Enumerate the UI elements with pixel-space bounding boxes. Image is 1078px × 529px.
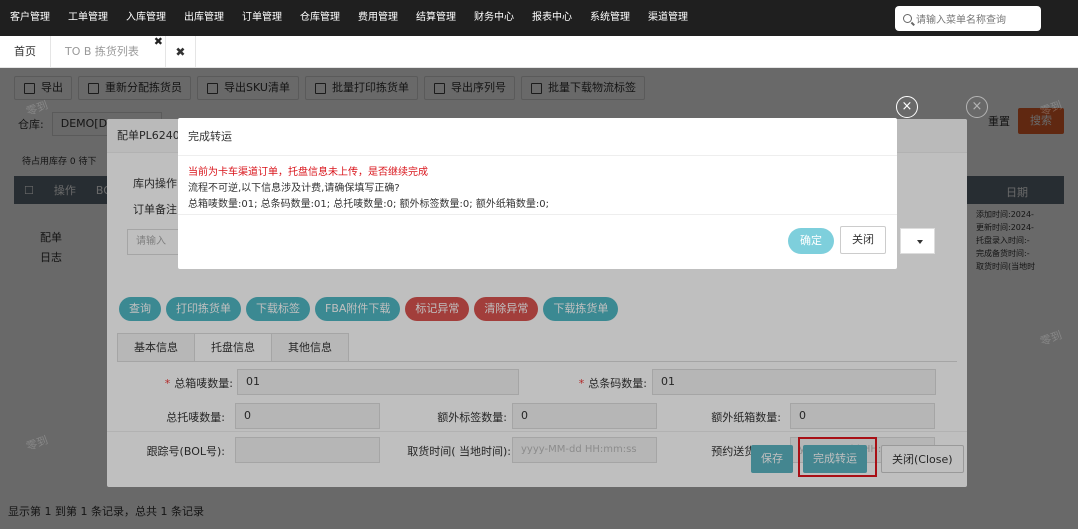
close-icon[interactable]: × [896, 96, 918, 118]
confirm-button[interactable]: 确定 [788, 228, 834, 254]
close-icon[interactable]: ✖ [154, 26, 163, 58]
cancel-button[interactable]: 关闭 [840, 226, 886, 254]
dialog-title: 完成转运 [178, 118, 897, 156]
dialog-footer: 确定 关闭 [178, 214, 897, 269]
tab-label: TO B 拣货列表 [65, 45, 139, 58]
dialog-warning: 当前为卡车渠道订单，托盘信息未上传，是否继续完成 [188, 167, 428, 178]
nav-item-system[interactable]: 系统管理 [581, 0, 639, 36]
finish-transfer-dialog: 完成转运 当前为卡车渠道订单，托盘信息未上传，是否继续完成 流程不可逆,以下信息… [178, 118, 897, 269]
dialog-body: 当前为卡车渠道订单，托盘信息未上传，是否继续完成 流程不可逆,以下信息涉及计费,… [178, 156, 897, 222]
page-tabs: 首页 TO B 拣货列表 ✖ ✖ [0, 35, 1078, 68]
nav-item-customer[interactable]: 客户管理 [0, 0, 59, 36]
nav-item-channels[interactable]: 渠道管理 [639, 0, 697, 36]
dialog-summary: 总箱唛数量:01; 总条码数量:01; 总托唛数量:0; 额外标签数量:0; 额… [188, 199, 549, 210]
nav-item-finance[interactable]: 财务中心 [465, 0, 523, 36]
close-icon[interactable]: × [966, 96, 988, 118]
search-icon [903, 14, 912, 23]
chevron-down-icon [917, 240, 923, 244]
nav-item-fees[interactable]: 费用管理 [349, 0, 407, 36]
nav-item-workorder[interactable]: 工单管理 [59, 0, 117, 36]
select-dropdown[interactable] [900, 228, 935, 254]
menu-search-input[interactable]: 请输入菜单名称查询 [895, 6, 1041, 31]
tab-home[interactable]: 首页 [0, 36, 51, 68]
nav-item-orders[interactable]: 订单管理 [233, 0, 291, 36]
menu-search-placeholder: 请输入菜单名称查询 [916, 15, 1006, 26]
nav-item-outbound[interactable]: 出库管理 [175, 0, 233, 36]
nav-item-settlement[interactable]: 结算管理 [407, 0, 465, 36]
tab-tob-picking-list[interactable]: TO B 拣货列表 ✖ [51, 35, 166, 68]
nav-item-reports[interactable]: 报表中心 [523, 0, 581, 36]
nav-item-warehouse[interactable]: 仓库管理 [291, 0, 349, 36]
close-all-tabs-icon[interactable]: ✖ [166, 36, 196, 67]
nav-item-inbound[interactable]: 入库管理 [117, 0, 175, 36]
dialog-message: 流程不可逆,以下信息涉及计费,请确保填写正确? [188, 183, 400, 194]
